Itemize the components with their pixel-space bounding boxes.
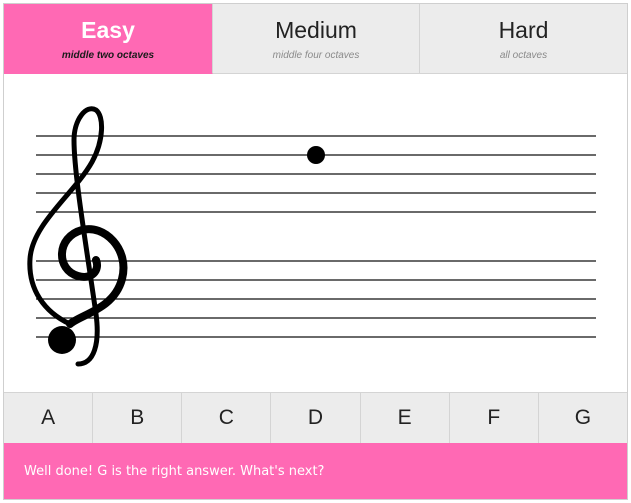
clef-tail-dot: [48, 326, 76, 354]
tab-hard-subtitle: all octaves: [499, 50, 548, 61]
note-button-f[interactable]: F: [449, 393, 539, 443]
note-button-d[interactable]: D: [271, 393, 361, 443]
tab-medium[interactable]: Medium middle four octaves: [213, 4, 420, 74]
treble-clef-icon: [27, 106, 128, 367]
tab-easy-subtitle: middle two octaves: [61, 50, 155, 61]
feedback-banner: Well done! G is the right answer. What's…: [4, 443, 627, 499]
tab-medium-subtitle: middle four octaves: [272, 50, 360, 61]
note-quiz-app: Easy middle two octaves Medium middle fo…: [3, 3, 628, 500]
tab-medium-title: Medium: [275, 17, 357, 43]
answer-buttons: A B C D E F G: [4, 392, 627, 443]
tab-hard-title: Hard: [498, 17, 549, 43]
note-button-b[interactable]: B: [93, 393, 183, 443]
note-button-a[interactable]: A: [4, 393, 94, 443]
note-head: [307, 146, 325, 164]
feedback-message: Well done! G is the right answer. What's…: [24, 463, 325, 479]
tab-easy[interactable]: Easy middle two octaves: [4, 4, 213, 74]
note-button-g[interactable]: G: [538, 393, 627, 443]
difficulty-tabs: Easy middle two octaves Medium middle fo…: [4, 4, 627, 74]
tab-hard[interactable]: Hard all octaves: [420, 4, 627, 74]
staff-lines: [36, 135, 596, 338]
note-button-c[interactable]: C: [182, 393, 272, 443]
note-button-e[interactable]: E: [360, 393, 450, 443]
staff-area: [4, 74, 627, 392]
tab-easy-title: Easy: [81, 17, 135, 43]
music-staff: [27, 106, 596, 367]
